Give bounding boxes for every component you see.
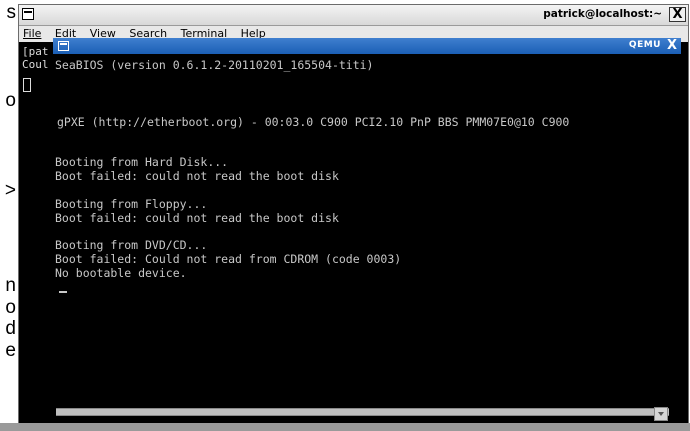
screen-line: gPXE (http://etherboot.org) - 00:03.0 C9… (57, 115, 570, 129)
qemu-title: QEMU (628, 40, 661, 50)
screen-line: SeaBIOS (version 0.6.1.2-20110201_165504… (55, 58, 374, 72)
terminal-title: patrick@localhost:~ (543, 8, 662, 20)
terminal-close-button[interactable]: X (669, 7, 686, 22)
qemu-screen[interactable]: SeaBIOS (version 0.6.1.2-20110201_165504… (53, 54, 681, 430)
screen-line: Booting from DVD/CD... (55, 238, 208, 252)
screen-cursor (59, 291, 67, 293)
background-letter: n (5, 275, 16, 296)
background-letter: e (5, 340, 16, 361)
qemu-window: QEMU X SeaBIOS (version 0.6.1.2-20110201… (53, 38, 681, 430)
screen-line: Booting from Hard Disk... (55, 155, 229, 169)
screen-line: Booting from Floppy... (55, 197, 208, 211)
window-menu-icon[interactable] (22, 8, 34, 20)
terminal-titlebar[interactable]: patrick@localhost:~ X (19, 5, 688, 26)
background-letter: o (5, 90, 16, 111)
background-letter: s (6, 2, 17, 23)
screen-line: Boot failed: could not read the boot dis… (55, 211, 339, 225)
qemu-close-button[interactable]: X (665, 39, 679, 53)
menu-file[interactable]: File (23, 26, 41, 42)
taskbar-edge (0, 423, 690, 431)
background-letter: d (5, 318, 16, 339)
screen-line: Boot failed: Could not read from CDROM (… (55, 252, 402, 266)
scroll-down-arrow-icon[interactable] (654, 407, 668, 421)
horizontal-scrollbar[interactable] (56, 408, 669, 416)
terminal-line: [pat (22, 45, 49, 58)
background-letter: > (4, 180, 16, 201)
screen-line: Boot failed: could not read the boot dis… (55, 169, 339, 183)
terminal-line: Coul (22, 58, 49, 71)
qemu-window-menu-icon[interactable] (58, 41, 69, 51)
background-letter: o (5, 297, 16, 318)
terminal-cursor (23, 78, 31, 92)
screen-line: No bootable device. (55, 266, 187, 280)
qemu-titlebar[interactable]: QEMU X (53, 38, 681, 54)
